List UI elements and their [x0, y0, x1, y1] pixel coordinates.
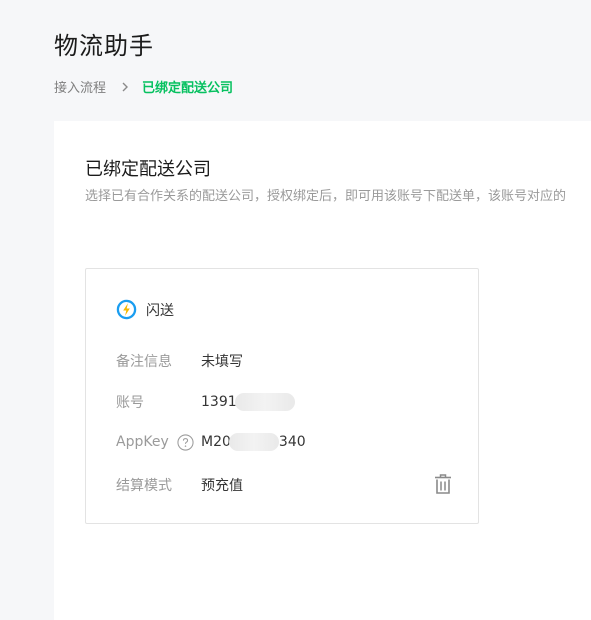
trash-icon[interactable] [433, 473, 453, 495]
remark-value: 未填写 [201, 354, 243, 370]
account-value-redacted [234, 393, 295, 411]
appkey-label: AppKey [116, 434, 169, 450]
page-title: 物流助手 [54, 32, 154, 60]
section-title: 已绑定配送公司 [85, 159, 211, 180]
help-icon[interactable] [177, 433, 194, 451]
appkey-value-suffix: 340 [278, 434, 306, 450]
row-appkey: AppKey M20 340 [116, 433, 306, 451]
chevron-right-icon [122, 82, 129, 91]
row-remark: 备注信息 未填写 [116, 351, 243, 371]
settlement-value: 预充值 [201, 478, 243, 494]
courier-name: 闪送 [146, 302, 174, 319]
row-account: 账号 1391 [116, 392, 295, 412]
section-description: 选择已有合作关系的配送公司，授权绑定后，即可用该账号下配送单，该账号对应的 [85, 189, 567, 204]
appkey-label-wrap: AppKey [116, 433, 201, 451]
row-settlement: 结算模式 预充值 [116, 475, 243, 495]
breadcrumb-current: 已绑定配送公司 [142, 81, 234, 96]
breadcrumb-link-process[interactable]: 接入流程 [54, 77, 106, 96]
settlement-label: 结算模式 [116, 478, 172, 494]
card-header: 闪送 [116, 299, 174, 320]
account-value: 1391 [201, 393, 295, 411]
account-value-prefix: 1391 [201, 394, 237, 410]
lightning-icon [116, 299, 137, 320]
courier-card: 闪送 备注信息 未填写 账号 1391 AppKey M20 340 结算模式 … [85, 268, 479, 524]
account-label: 账号 [116, 395, 144, 411]
breadcrumb: 接入流程 已绑定配送公司 [54, 77, 233, 96]
main-panel: 已绑定配送公司 选择已有合作关系的配送公司，授权绑定后，即可用该账号下配送单，该… [54, 121, 591, 620]
appkey-value: M20 340 [201, 433, 306, 451]
remark-label: 备注信息 [116, 354, 172, 370]
appkey-value-prefix: M20 [201, 434, 231, 450]
appkey-value-redacted [228, 433, 279, 451]
